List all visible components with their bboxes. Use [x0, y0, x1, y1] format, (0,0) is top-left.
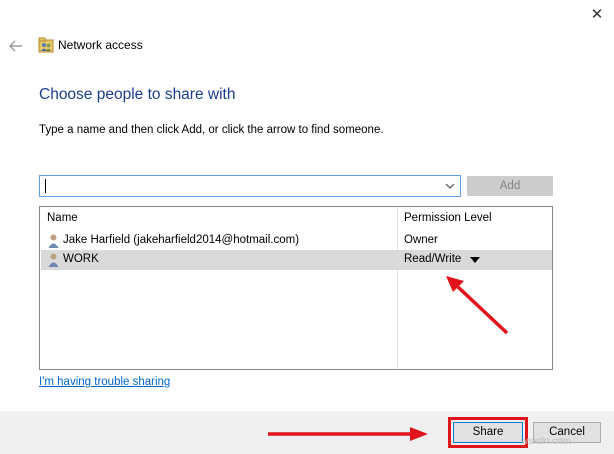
user-name: Jake Harfield (jakeharfield2014@hotmail.…: [63, 234, 300, 246]
back-button[interactable]: [6, 37, 26, 55]
caret-down-icon[interactable]: [470, 257, 480, 263]
list-row-owner[interactable]: Jake Harfield (jakeharfield2014@hotmail.…: [41, 231, 552, 251]
watermark: wsxdn.com: [521, 436, 572, 447]
permission-level: Owner: [404, 234, 438, 246]
user-name: WORK: [63, 253, 99, 265]
share-button[interactable]: Share: [448, 417, 528, 448]
column-header-permission[interactable]: Permission Level: [404, 212, 492, 224]
trouble-sharing-link[interactable]: I'm having trouble sharing: [39, 376, 170, 388]
window-title: Network access: [58, 38, 143, 52]
permission-dropdown[interactable]: Read/Write: [404, 253, 461, 265]
name-input[interactable]: [39, 175, 461, 197]
user-icon: [48, 234, 59, 248]
text-caret: [45, 179, 46, 193]
sharing-list[interactable]: Name Permission Level Jake Harfield (jak…: [39, 206, 553, 370]
network-users-icon: [38, 37, 54, 53]
close-button[interactable]: ✕: [583, 2, 611, 28]
back-arrow-icon: [9, 40, 22, 52]
close-icon: ✕: [590, 6, 604, 23]
user-icon: [48, 253, 59, 267]
chevron-down-icon[interactable]: [445, 181, 455, 191]
add-button[interactable]: Add: [467, 176, 553, 196]
page-heading: Choose people to share with: [39, 86, 236, 103]
list-row-work[interactable]: WORK Read/Write: [41, 250, 552, 270]
column-header-name[interactable]: Name: [47, 212, 78, 224]
instructions-text: Type a name and then click Add, or click…: [39, 124, 384, 136]
